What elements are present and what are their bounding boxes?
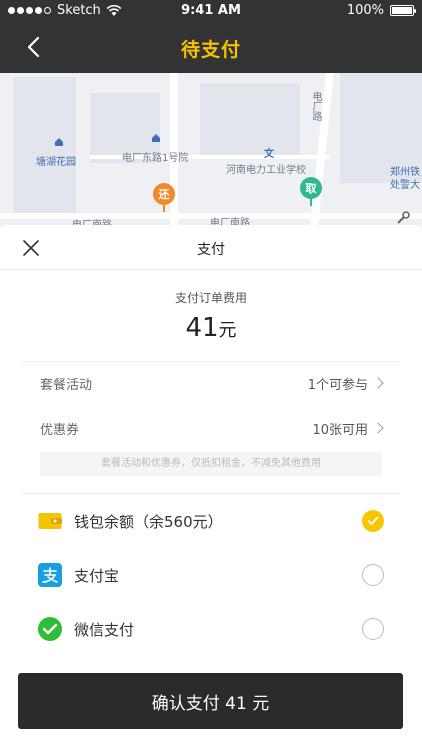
- map-label: 处警大: [390, 180, 420, 191]
- package-row[interactable]: 套餐活动 1个可参与: [40, 373, 384, 393]
- map-label: 电厂南路: [210, 218, 250, 225]
- coupon-label: 优惠券: [40, 422, 80, 438]
- coupon-value: 10张可用: [312, 422, 368, 438]
- radio-unselected[interactable]: [362, 564, 384, 586]
- map-block: [14, 77, 76, 217]
- coupon-row[interactable]: 优惠券 10张可用: [40, 418, 384, 438]
- payment-option-alipay[interactable]: 支付宝: [38, 560, 384, 590]
- map-label: 电厂路: [310, 91, 321, 121]
- home-icon: [152, 134, 160, 142]
- return-pin[interactable]: 还: [153, 183, 175, 212]
- payment-sheet: 支付 支付订单费用 41元 套餐活动 1个可参与 优惠券 10张可用 套餐活动和…: [0, 225, 422, 746]
- fee-unit: 元: [218, 320, 237, 341]
- sheet-header: 支付: [0, 225, 422, 270]
- payment-option-wechat[interactable]: 微信支付: [38, 614, 384, 644]
- radio-unselected[interactable]: [362, 618, 384, 640]
- fee-value: 41: [185, 313, 219, 343]
- top-bar: Sketch 9:41 AM 100% 待支付: [0, 0, 422, 73]
- nav-bar: 待支付: [0, 22, 422, 73]
- package-value-wrap: 1个可参与: [307, 374, 384, 393]
- battery-icon: [390, 5, 416, 16]
- package-value: 1个可参与: [307, 377, 368, 393]
- school-icon: 文: [264, 149, 274, 160]
- confirm-pay-button[interactable]: 确认支付 41 元: [18, 673, 403, 729]
- battery-label: 100%: [346, 3, 384, 18]
- wrench-icon[interactable]: [396, 211, 410, 225]
- status-right: 100%: [346, 3, 416, 18]
- payment-label: 微信支付: [74, 620, 135, 639]
- wechat-icon: [38, 617, 62, 641]
- divider: [22, 361, 400, 362]
- alipay-icon: [38, 563, 62, 587]
- check-icon: [367, 516, 379, 525]
- fee-label: 支付订单费用: [174, 291, 247, 305]
- radio-selected[interactable]: [362, 510, 384, 532]
- divider: [22, 493, 400, 494]
- discount-notice: 套餐活动和优惠券，仅抵扣租金，不减免其他费用: [40, 452, 382, 476]
- payment-label: 钱包余额（余560元）: [74, 512, 223, 531]
- map-label: 塘湖花园: [36, 157, 76, 168]
- chevron-right-icon: [372, 377, 384, 389]
- coupon-value-wrap: 10张可用: [312, 419, 384, 438]
- status-bar: Sketch 9:41 AM 100%: [0, 0, 422, 22]
- page-title: 待支付: [180, 39, 241, 61]
- map-label: 河南电力工业学校: [226, 165, 306, 176]
- map-block: [200, 83, 300, 158]
- map-label: 电厂东路1号院: [122, 153, 189, 164]
- sheet-title: 支付: [197, 242, 225, 258]
- payment-label: 支付宝: [74, 566, 120, 585]
- wallet-icon: [38, 509, 62, 533]
- map-label: 电厂南路: [72, 216, 112, 225]
- pickup-pin[interactable]: 取: [300, 177, 322, 206]
- fee-amount: 41元: [0, 313, 422, 343]
- map-view[interactable]: 电厂路 塘湖花园 电厂东路1号院 文 河南电力工业学校 郑州铁 处警大 电厂南路…: [0, 73, 422, 225]
- chevron-right-icon: [372, 422, 384, 434]
- payment-screen: Sketch 9:41 AM 100% 待支付 电厂路 塘湖花园 电厂东路1号院…: [0, 0, 422, 746]
- package-label: 套餐活动: [40, 377, 93, 393]
- payment-option-wallet[interactable]: 钱包余额（余560元）: [38, 506, 384, 536]
- home-icon: [55, 138, 63, 146]
